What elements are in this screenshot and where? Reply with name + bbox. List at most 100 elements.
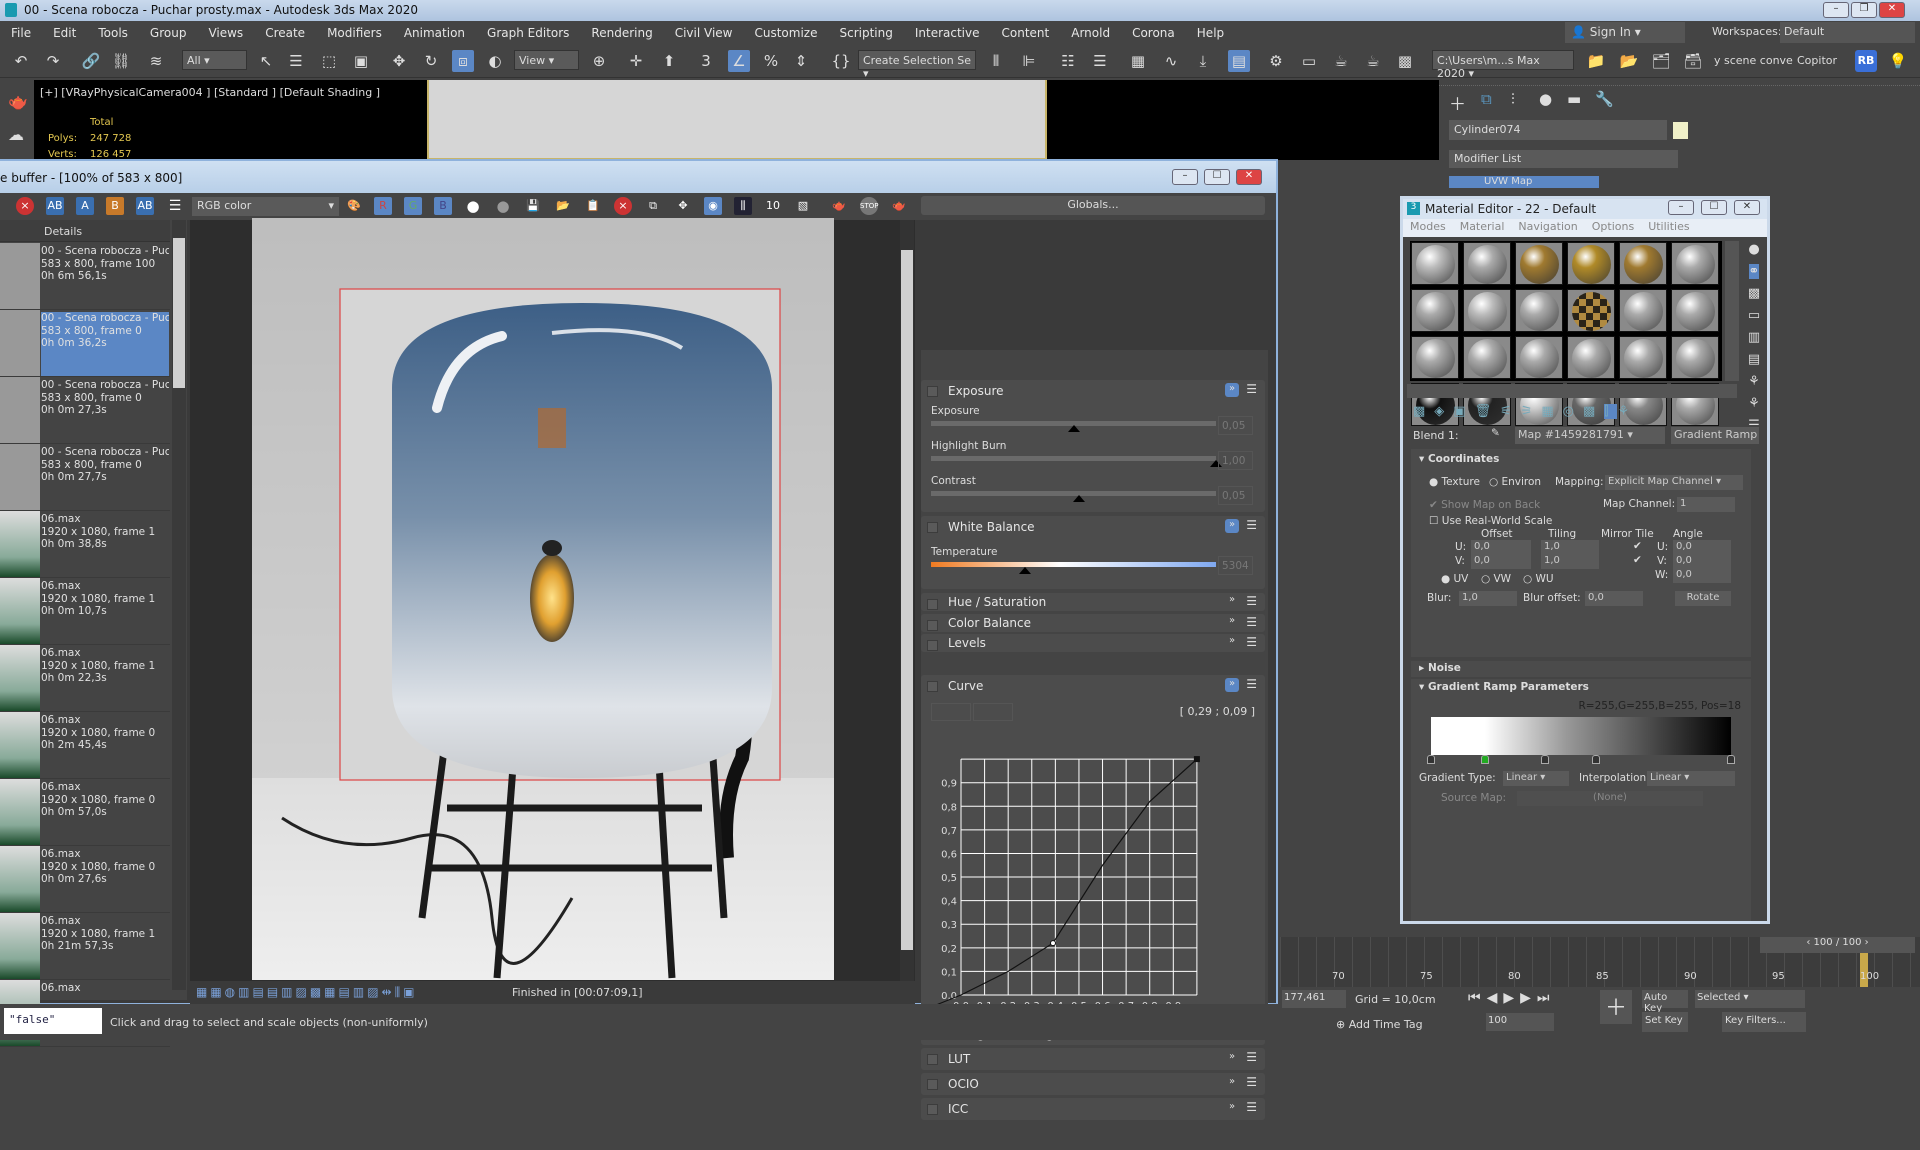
u-tile-checkbox[interactable]: ✔ [1633,540,1642,552]
curve-graph[interactable]: 0,00,10,20,30,40,50,60,70,80,90,00,10,20… [921,725,1265,1020]
color-channels-icon[interactable]: 🎨 [345,197,363,215]
slots-hscrollbar[interactable] [1407,384,1737,398]
menu-icon[interactable]: ☰ [1246,677,1257,691]
expand-icon[interactable]: » [1225,678,1239,692]
help-bulb-icon[interactable]: 💡 [1887,50,1909,72]
menu-interactive[interactable]: Interactive [904,26,991,40]
project-icon-3[interactable]: 🗂 [1650,50,1672,72]
globals-button[interactable]: Globals... [921,196,1265,215]
me-menu-modes[interactable]: Modes [1403,219,1453,237]
section-title[interactable]: Hue / Saturation [948,595,1046,609]
sign-in-button[interactable]: 👤 Sign In ▾ [1565,22,1685,43]
section-checkbox[interactable] [927,599,938,610]
material-slot[interactable] [1671,242,1719,285]
exposure-checkbox[interactable] [927,386,938,397]
u-angle-field[interactable]: 0,0 [1673,540,1731,555]
image-vscrollbar[interactable] [900,220,914,982]
select-manipulate-icon[interactable]: ✛ [625,50,647,72]
selection-filter-dropdown[interactable]: All ▾ [182,50,247,70]
white-balance-checkbox[interactable] [927,522,938,533]
blur-offset-field[interactable]: 0,0 [1585,591,1643,606]
select-by-name-icon[interactable]: ☰ [285,50,307,72]
teapot-icon[interactable]: 🫖 [8,92,28,111]
w-angle-field[interactable]: 0,0 [1673,568,1731,583]
ab-compare-icon[interactable]: AB [46,197,64,215]
project-path-dropdown[interactable]: C:\Users\m...s Max 2020 ▾ [1432,50,1574,80]
history-item[interactable]: 06.max 1920 x 1080, frame 1 0h 0m 10,7s [0,578,170,645]
exposure-slider-thumb[interactable] [1067,425,1080,432]
uv-radio[interactable]: ● UV [1441,573,1468,585]
snaps-toggle-icon[interactable]: 3 [695,50,717,72]
highlight-burn-slider[interactable] [931,456,1216,461]
history-item[interactable]: 06.max 1920 x 1080, frame 0 0h 0m 27,6s [0,846,170,913]
interpolation-dropdown[interactable]: Linear ▾ [1647,771,1735,786]
vw-radio[interactable]: ○ VW [1481,573,1511,585]
material-slot[interactable] [1515,336,1563,379]
set-key-button[interactable]: Set Key [1642,1012,1688,1032]
environ-radio[interactable]: ○ Environ [1489,476,1541,488]
pivot-icon[interactable]: ⊕ [588,50,610,72]
menu-icon[interactable]: ☰ [1246,635,1257,649]
material-slot[interactable] [1567,242,1615,285]
curve-preset-button-1[interactable] [931,703,971,721]
gradient-ramp[interactable] [1431,717,1731,755]
temperature-thumb[interactable] [1019,567,1032,574]
map-name-dropdown[interactable]: Map #1459281791 ▾ [1515,427,1665,444]
map-type-button[interactable]: Gradient Ramp [1671,427,1759,444]
viewport-label[interactable]: [+] [VRayPhysicalCamera004 ] [Standard ]… [40,86,380,99]
spinner-snap-icon[interactable]: ⇕ [790,50,812,72]
set-key-big-button[interactable]: ＋ [1600,990,1632,1024]
channel-dropdown[interactable]: RGB color ▾ [192,197,339,216]
clear-image-icon[interactable]: × [614,197,632,215]
status-tools-icons[interactable]: ▦▦◍▥▤▤▥▨▩▦▤▥▨⇹⫼▣ [196,985,417,1000]
section-checkbox[interactable] [927,1054,938,1065]
open-folder-icon[interactable]: 📂 [554,197,572,215]
section-checkbox[interactable] [927,1104,938,1115]
section-checkbox[interactable] [927,619,938,631]
select-object-icon[interactable]: ↖ [255,50,277,72]
temperature-slider[interactable] [931,562,1216,567]
section-title[interactable]: Levels [948,636,986,650]
save-icon[interactable]: 💾 [524,197,542,215]
add-time-tag[interactable]: ⊕ Add Time Tag [1336,1018,1423,1031]
ab-swap-icon[interactable]: AB [136,197,154,215]
edit-named-selection-icon[interactable]: {} [830,50,852,72]
expand-icon[interactable]: » [1225,1076,1239,1090]
material-slot[interactable] [1515,242,1563,285]
align-icon[interactable]: ⊫ [1018,50,1040,72]
blue-channel-button[interactable]: B [434,197,452,215]
render-production-icon[interactable]: ☕ [1330,50,1352,72]
expand-icon[interactable]: » [1225,615,1239,629]
history-item[interactable]: 06.max 1920 x 1080, frame 1 0h 0m 22,3s [0,645,170,712]
zoom-percent-icon[interactable]: 10 [764,197,782,215]
render-iterative-icon[interactable]: ☕ [1362,50,1384,72]
menu-icon[interactable]: ☰ [1246,1100,1257,1114]
me-menu-utilities[interactable]: Utilities [1641,219,1696,237]
expand-icon[interactable]: » [1225,594,1239,608]
material-slot[interactable] [1619,289,1667,332]
angle-snap-icon[interactable]: ∠ [728,50,750,72]
display-tab-icon[interactable]: ▬ [1567,90,1581,108]
menu-animation[interactable]: Animation [393,26,476,40]
expand-icon[interactable]: » [1225,1101,1239,1115]
time-slider[interactable]: ‹ 100 / 100 › [1760,937,1915,953]
current-frame-field[interactable]: 100 [1486,1013,1554,1031]
project-icon-2[interactable]: 📂 [1618,50,1640,72]
menu-views[interactable]: Views [197,26,254,40]
section-checkbox[interactable] [927,1079,938,1090]
noise-rollout[interactable]: ▸ Noise [1411,661,1751,677]
section-title[interactable]: LUT [948,1052,970,1066]
material-slot[interactable] [1411,336,1459,379]
mirror-icon[interactable]: ⫴ [985,50,1007,72]
me-menu-material[interactable]: Material [1453,219,1512,237]
gradient-ramp-title[interactable]: ▾ Gradient Ramp Parameters [1419,681,1589,693]
percent-snap-icon[interactable]: % [760,50,782,72]
contrast-value[interactable]: 0,05 [1218,486,1253,505]
red-channel-button[interactable]: R [374,197,392,215]
expand-icon[interactable]: » [1225,635,1239,649]
history-scrollbar[interactable] [172,220,186,990]
minimize-button[interactable]: – [1823,2,1849,18]
gradient-flag[interactable] [1541,755,1549,764]
cloud-icon[interactable]: ☁ [8,125,24,144]
rotate-button[interactable]: Rotate [1675,591,1731,606]
